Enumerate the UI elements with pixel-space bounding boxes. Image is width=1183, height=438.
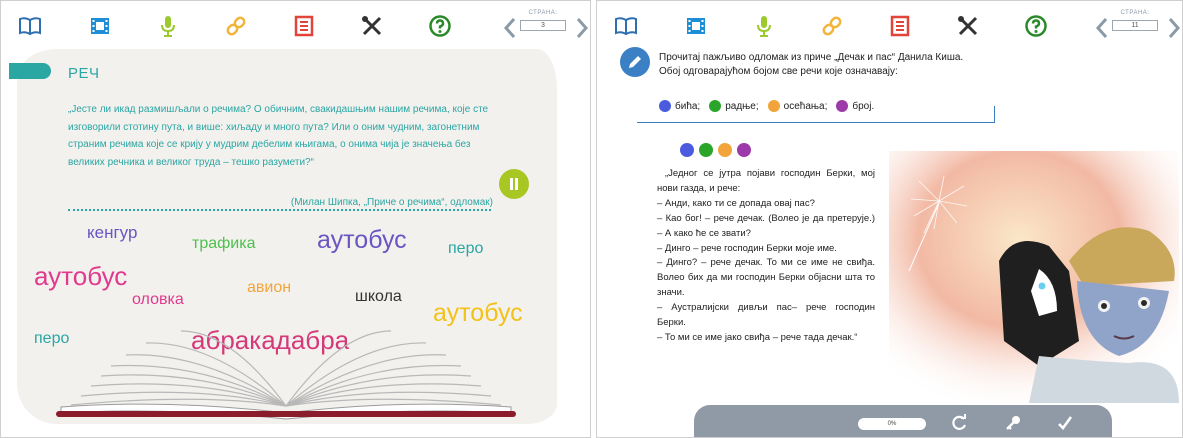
color-swatch-blue[interactable] <box>680 143 694 157</box>
microphone-icon[interactable] <box>155 13 181 39</box>
document-icon[interactable] <box>887 13 913 39</box>
next-page-icon[interactable] <box>575 17 589 39</box>
pencil-icon <box>620 47 650 77</box>
word-item[interactable]: аутобус <box>317 226 407 255</box>
next-page-icon[interactable] <box>1167 17 1181 39</box>
bottom-bar: 0% <box>694 405 1112 437</box>
dotted-divider <box>68 209 491 211</box>
word-item[interactable]: кенгур <box>87 223 137 243</box>
color-swatch-green[interactable] <box>699 143 713 157</box>
document-icon[interactable] <box>291 13 317 39</box>
open-book-illustration <box>56 330 516 420</box>
word-item[interactable]: перо <box>448 240 483 258</box>
book-icon[interactable] <box>17 13 43 39</box>
legend-item: радње; <box>709 100 759 112</box>
pager-label: СТРАНА: <box>1120 10 1150 16</box>
instruction-line: Прочитај пажљиво одломак из приче „Дечак… <box>659 52 964 63</box>
legend-item: бића; <box>659 100 700 112</box>
story-paragraph[interactable]: „Једног се јутра појави господин Берки, … <box>657 167 875 197</box>
task-instruction: Прочитај пажљиво одломак из приче „Дечак… <box>659 51 1039 79</box>
check-icon[interactable] <box>1056 414 1074 432</box>
microphone-icon[interactable] <box>751 13 777 39</box>
story-paragraph[interactable]: – Као бог! – рече дечак. (Волео је да пр… <box>657 212 875 242</box>
tools-icon[interactable] <box>955 13 981 39</box>
pause-audio-button[interactable] <box>499 169 529 199</box>
instruction-line: Обој одговарајућом бојом све речи које о… <box>659 66 898 77</box>
refresh-icon[interactable] <box>950 414 968 432</box>
legend-item: осећања; <box>767 100 828 112</box>
legend-label: број. <box>852 100 875 112</box>
color-legend: бића; радње; осећања; број. <box>659 100 883 112</box>
word-item[interactable]: авион <box>247 279 291 297</box>
pager: СТРАНА: 3 <box>499 9 589 49</box>
color-swatch-purple[interactable] <box>737 143 751 157</box>
pager-label: СТРАНА: <box>528 10 558 16</box>
help-icon[interactable] <box>427 13 453 39</box>
film-icon[interactable] <box>683 13 709 39</box>
quote-attribution: (Милан Шипка, „Приче о речима“, одломак) <box>290 197 493 208</box>
story-paragraph[interactable]: – Анди, како ти се допада овај пас? <box>657 197 875 212</box>
link-icon[interactable] <box>223 13 249 39</box>
book-icon[interactable] <box>613 13 639 39</box>
page-number-field[interactable]: 11 <box>1112 20 1158 31</box>
word-item[interactable]: школа <box>355 288 402 306</box>
story-text: „Једног се јутра појави господин Берки, … <box>657 167 875 346</box>
section-marker <box>9 63 51 79</box>
legend-label: бића; <box>675 100 701 112</box>
boy-and-dog-illustration <box>889 151 1179 403</box>
legend-item: број. <box>836 100 874 112</box>
tools-icon[interactable] <box>359 13 385 39</box>
toolbar: СТРАНА: 11 <box>597 9 1182 49</box>
right-page: СТРАНА: 11 Прочитај пажљиво одломак из п… <box>596 0 1183 438</box>
section-title: РЕЧ <box>68 65 100 82</box>
instruction-border <box>994 106 995 123</box>
story-paragraph[interactable]: – Динго? – рече дечак. То ми се име не с… <box>657 256 875 301</box>
film-icon[interactable] <box>87 13 113 39</box>
pager: СТРАНА: 11 <box>1091 9 1181 49</box>
instruction-border <box>637 122 995 123</box>
story-paragraph[interactable]: – Аустралијски дивљи пас– рече господин … <box>657 301 875 331</box>
prev-page-icon[interactable] <box>503 17 517 39</box>
legend-dot <box>836 100 849 112</box>
color-swatch-orange[interactable] <box>718 143 732 157</box>
page-number-field[interactable]: 3 <box>520 20 566 31</box>
legend-label: радње; <box>725 100 759 112</box>
quote-text: „Јесте ли икад размишљали о речима? О об… <box>68 104 489 168</box>
prev-page-icon[interactable] <box>1095 17 1109 39</box>
legend-dot <box>709 100 722 112</box>
word-item[interactable]: аутобус <box>34 261 127 292</box>
story-paragraph[interactable]: – Динго – рече господин Берки моје име. <box>657 242 875 257</box>
help-icon[interactable] <box>1023 13 1049 39</box>
left-page: СТРАНА: 3 РЕЧ „Јесте ли икад размишљали … <box>0 0 591 438</box>
color-picker <box>680 143 756 157</box>
word-item[interactable]: трафика <box>192 235 255 253</box>
key-icon[interactable] <box>1004 414 1022 432</box>
toolbar: СТРАНА: 3 <box>1 9 590 49</box>
legend-dot <box>767 100 780 112</box>
word-item[interactable]: оловка <box>132 291 184 309</box>
legend-dot <box>659 100 671 112</box>
progress-indicator: 0% <box>858 418 926 430</box>
link-icon[interactable] <box>819 13 845 39</box>
legend-label: осећања; <box>783 100 828 112</box>
story-paragraph[interactable]: – То ми се име јако свиђа – рече тада де… <box>657 331 875 346</box>
